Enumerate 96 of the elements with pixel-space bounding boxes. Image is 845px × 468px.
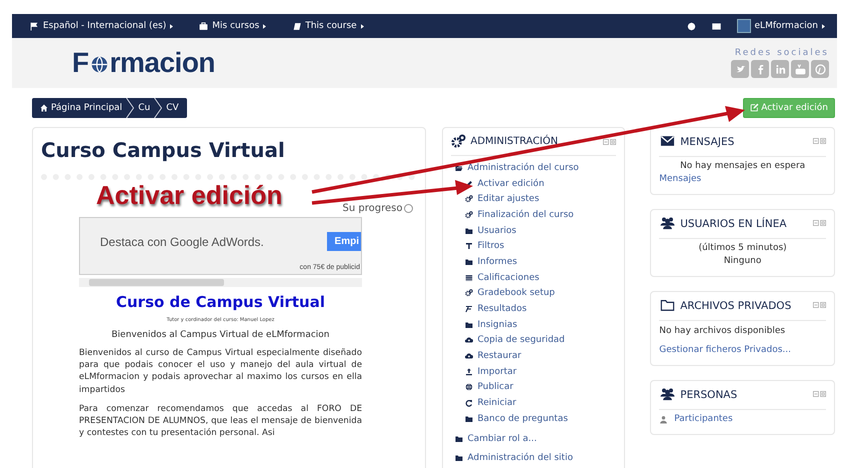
block-text: (últimos 5 minutos)	[698, 242, 788, 255]
welcome-text: Bienvenidos al Campus Virtual de eLMformacion	[110, 330, 331, 340]
chevron-separator-icon	[126, 98, 134, 118]
block-controls-icon[interactable]	[603, 138, 616, 144]
block-title: MENSAJES	[680, 135, 736, 150]
course-paragraph: Para comenzar recomendamos que accedas al FORO DE PRESENTACION DE ALUMNOS, que leas el mensaje de bienvenida y contestes con tu presentación personal. Asi	[79, 402, 362, 440]
block-title: PERSONAS	[680, 388, 738, 403]
globe-icon	[465, 383, 474, 392]
admin-menu-item[interactable]: Cambiar rol a...	[455, 430, 616, 446]
course-heading: Curso de Campus Virtual	[115, 293, 326, 311]
admin-menu-item[interactable]: Administración del curso	[455, 160, 616, 176]
ad-text: Destaca con Google AdWords.	[100, 235, 264, 249]
block-controls-icon[interactable]	[813, 138, 826, 144]
admin-menu-item[interactable]: Insignias	[465, 316, 616, 333]
social-label: Redes sociales	[734, 48, 829, 58]
caret-icon	[263, 24, 266, 28]
block-text: No hay archivos disponibles	[659, 325, 786, 338]
folder-icon	[659, 298, 676, 312]
breadcrumb-link[interactable]: Página Principal	[36, 98, 126, 118]
block-controls-icon[interactable]	[813, 391, 826, 397]
chevron-separator-icon	[154, 98, 162, 118]
block-link[interactable]: Gestionar ficheros Privados...	[659, 344, 826, 357]
table-icon	[465, 274, 474, 282]
breadcrumb-link[interactable]: CV	[162, 98, 183, 118]
youtube-icon[interactable]	[791, 60, 809, 78]
admin-menu-item[interactable]: Publicar	[465, 380, 616, 396]
folder-icon	[465, 258, 474, 266]
admin-menu-item[interactable]: Calificaciones	[465, 270, 616, 286]
admin-menu-item[interactable]: Finalización del curso	[465, 207, 616, 223]
gears-icon	[465, 195, 474, 204]
cloud-icon	[465, 352, 474, 360]
annotation-label: Activar edición	[96, 180, 282, 211]
block-link[interactable]: Mensajes	[659, 173, 826, 186]
nav-menu-item[interactable]: Mis cursos	[199, 21, 266, 31]
folder-icon	[455, 434, 464, 443]
admin-menu-item[interactable]: Resultados	[465, 301, 616, 317]
caret-icon	[822, 24, 825, 28]
caret-icon	[170, 24, 174, 28]
cloud-icon	[465, 336, 474, 344]
person-icon	[659, 415, 668, 424]
site-logo[interactable]: F rmacion	[72, 47, 216, 79]
pinterest-icon[interactable]	[811, 60, 829, 78]
admin-menu-item[interactable]: Reiniciar	[465, 395, 616, 411]
gears-icon	[465, 289, 474, 298]
admin-menu-item[interactable]: Importar	[465, 364, 616, 380]
admin-menu-item[interactable]: Banco de preguntas	[465, 411, 616, 427]
admin-menu-item[interactable]: Restaurar	[465, 348, 616, 364]
admin-menu-item[interactable]: Informes	[465, 254, 616, 270]
users-icon	[659, 387, 676, 401]
folder-icon	[455, 454, 464, 462]
admin-menu-item[interactable]: Usuarios	[465, 222, 616, 238]
participants-link[interactable]: Participantes	[674, 413, 733, 426]
edit-icon	[750, 103, 760, 112]
filter-icon	[465, 242, 474, 250]
course-title: Curso Campus Virtual	[41, 138, 286, 162]
block-title: ARCHIVOS PRIVADOS	[680, 299, 792, 314]
book-icon	[292, 22, 302, 30]
home-icon	[40, 104, 48, 112]
gears-icon	[465, 210, 474, 219]
horizontal-scrollbar[interactable]	[79, 278, 362, 287]
block-text: No hay mensajes en espera	[679, 160, 806, 173]
help-icon[interactable]	[404, 204, 414, 213]
progress-label: Su progreso	[342, 203, 402, 214]
folder-icon	[465, 414, 474, 423]
ad-button[interactable]: Empi	[326, 232, 361, 251]
user-menu[interactable]: eLMformacion	[736, 19, 825, 33]
block-text: Ninguno	[722, 255, 762, 268]
flag-icon	[30, 22, 39, 30]
facebook-icon[interactable]	[751, 60, 769, 78]
folder-icon	[465, 320, 474, 329]
caret-icon	[360, 24, 364, 28]
admin-menu-item[interactable]: Filtros	[465, 238, 616, 254]
course-paragraph: Bienvenidos al curso de Campus Virtual especialmente diseñado para que podais conocer el uso y manejo del aula virtual de eLMformacion y podais aprovechar al maximo los cursos en ella impartidos	[79, 347, 362, 396]
nav-menu-item[interactable]: Español - Internacional (es)	[30, 21, 174, 31]
globe-icon	[90, 55, 109, 74]
avatar-icon	[736, 19, 751, 33]
admin-menu-item[interactable]: Administración del sitio	[455, 450, 616, 466]
block-title: USUARIOS EN LÍNEA	[680, 216, 788, 232]
folder-icon	[455, 164, 464, 172]
block-controls-icon[interactable]	[813, 220, 826, 226]
admin-menu-item[interactable]: Copia de seguridad	[465, 332, 616, 348]
breadcrumb-link[interactable]: Cu	[134, 98, 154, 118]
folder-icon	[465, 226, 474, 235]
admin-menu-item[interactable]: Gradebook setup	[465, 286, 616, 302]
block-controls-icon[interactable]	[813, 302, 826, 308]
upload-icon	[465, 368, 474, 376]
undo-icon	[465, 399, 474, 408]
block-title: ADMINISTRACIÓN	[470, 136, 559, 147]
admin-menu-item[interactable]: Editar ajustes	[465, 191, 616, 208]
gears-icon	[451, 134, 466, 149]
nav-menu-item[interactable]: This course	[292, 21, 364, 31]
users-icon	[659, 216, 676, 230]
briefcase-icon	[199, 22, 208, 30]
twitter-icon[interactable]	[731, 60, 749, 78]
circle-icon	[686, 22, 696, 30]
linkedin-icon[interactable]	[771, 60, 789, 78]
